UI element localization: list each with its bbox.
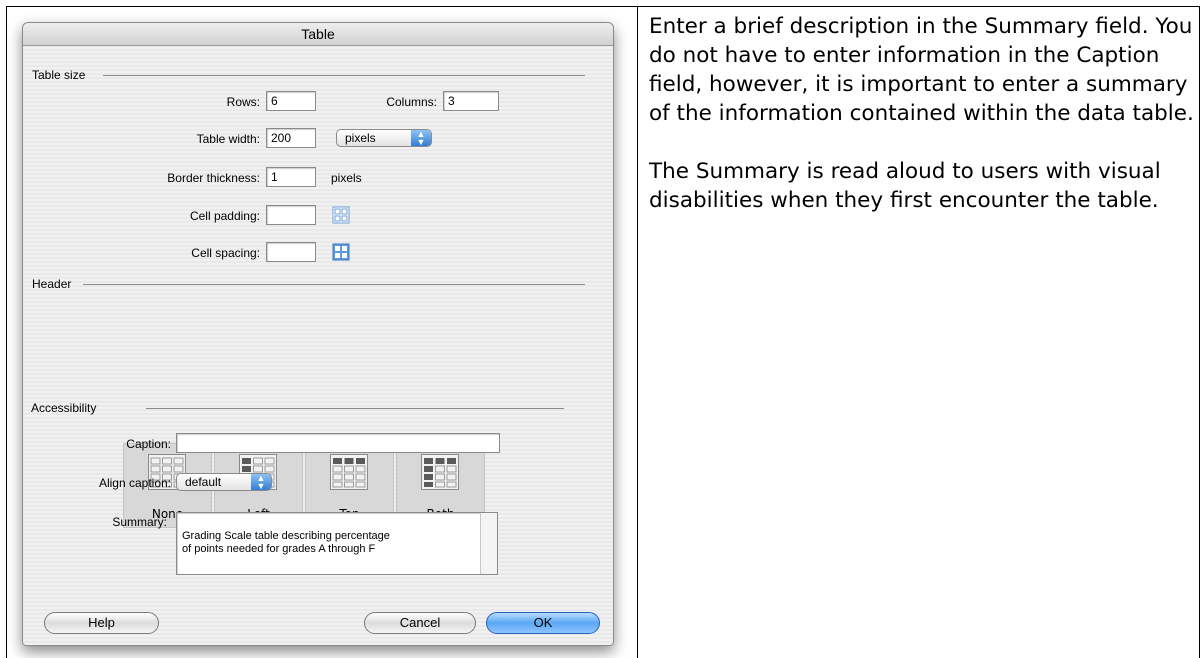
border-unit-label: pixels: [331, 171, 362, 185]
caption-label: Caption:: [126, 437, 171, 451]
instructions-paragraph-2: The Summary is read aloud to users with …: [649, 159, 1161, 213]
cell-padding-input[interactable]: [266, 205, 316, 225]
columns-label: Columns:: [386, 95, 437, 109]
width-unit-select[interactable]: pixels ▲ ▼: [336, 129, 432, 147]
cell-padding-label: Cell padding:: [189, 209, 260, 223]
dialog-title: Table: [23, 23, 613, 46]
summary-scrollbar[interactable]: [480, 513, 497, 574]
caption-input[interactable]: [176, 433, 500, 453]
columns-input[interactable]: 3: [443, 91, 499, 111]
chevron-updown-icon: ▲ ▼: [251, 474, 271, 491]
header-group-label: Header: [32, 277, 72, 291]
table-width-input[interactable]: 200: [266, 128, 316, 148]
table-both-header-icon: [421, 454, 459, 490]
accessibility-divider: [146, 408, 564, 409]
table-size-group-label: Table size: [32, 68, 86, 82]
align-caption-label: Align caption:: [98, 476, 171, 490]
cancel-button[interactable]: Cancel: [364, 612, 476, 634]
border-thickness-label: Border thickness:: [167, 171, 260, 185]
table-width-label: Table width:: [196, 132, 260, 146]
cell-spacing-label: Cell spacing:: [191, 246, 260, 260]
rows-label: Rows:: [226, 95, 260, 109]
chevron-updown-icon: ▲ ▼: [411, 130, 431, 147]
cell-spacing-input[interactable]: [266, 242, 316, 262]
instructions: Enter a brief description in the Summary…: [649, 12, 1197, 244]
ok-button[interactable]: OK: [486, 612, 600, 634]
help-button[interactable]: Help: [44, 612, 159, 634]
instructions-paragraph-1: Enter a brief description in the Summary…: [649, 14, 1194, 126]
table-top-header-icon: [330, 454, 368, 490]
rows-input[interactable]: 6: [266, 91, 316, 111]
align-caption-select[interactable]: default ▲ ▼: [176, 473, 272, 491]
summary-text: Grading Scale table describing percentag…: [182, 530, 390, 555]
accessibility-group-label: Accessibility: [31, 401, 97, 415]
cell-spacing-icon: [332, 243, 350, 261]
align-caption-value: default: [185, 475, 222, 489]
summary-label: Summary:: [112, 515, 167, 529]
header-divider: [83, 284, 585, 285]
border-thickness-input[interactable]: 1: [266, 167, 316, 187]
table-size-divider: [103, 75, 585, 76]
width-unit-value: pixels: [345, 131, 376, 145]
summary-textarea[interactable]: Grading Scale table describing percentag…: [176, 512, 498, 575]
column-divider: [637, 6, 638, 658]
cell-padding-icon: [332, 206, 350, 224]
